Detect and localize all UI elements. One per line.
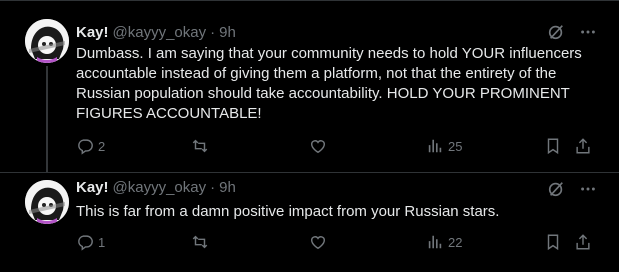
like-button[interactable] [309,136,331,156]
reply-button[interactable]: 1 [76,232,105,252]
repost-icon [191,233,209,251]
avatar-image [25,180,69,224]
feed: Kay! @kayyy_okay · 9h Dumbass. I am sayi… [0,0,619,272]
repost-icon [191,137,209,155]
more-icon[interactable] [579,23,597,41]
display-name[interactable]: Kay! [76,179,109,196]
share-button[interactable] [574,136,592,156]
like-icon [309,233,327,251]
grok-icon[interactable] [547,23,565,41]
tweet-top-actions [547,22,597,42]
share-icon [574,137,592,155]
user-handle[interactable]: @kayyy_okay [113,24,207,41]
view-count: 22 [448,234,463,250]
reply-icon [76,137,94,155]
bookmark-icon [544,137,562,155]
reply-count: 1 [98,234,106,250]
tweet-text: Dumbass. I am saying that your community… [76,45,582,122]
tweet[interactable]: Kay! @kayyy_okay · 9h Dumbass. I am sayi… [0,0,619,172]
bookmark-button[interactable] [544,232,562,252]
like-icon [309,137,327,155]
timestamp[interactable]: 9h [219,179,236,196]
more-icon[interactable] [579,180,597,198]
like-button[interactable] [309,232,331,252]
tweet-header: Kay! @kayyy_okay · 9h [76,177,236,197]
tweet-text: This is far from a damn positive impact … [76,203,500,220]
share-icon [574,233,592,251]
avatar[interactable] [25,180,69,224]
user-handle[interactable]: @kayyy_okay [113,179,207,196]
bookmark-button[interactable] [544,136,562,156]
reply-button[interactable]: 2 [76,136,105,156]
tweet-top-actions [547,179,597,199]
thread-line [46,66,48,172]
view-count: 25 [448,138,463,154]
share-button[interactable] [574,232,592,252]
reply-count: 2 [98,138,106,154]
separator-dot: · [210,178,216,196]
grok-icon[interactable] [547,180,565,198]
tweet[interactable]: Kay! @kayyy_okay · 9h This is far from a… [0,172,619,272]
tweet-actions: 2 25 [76,136,596,156]
avatar-image [25,19,69,63]
repost-button[interactable] [191,136,213,156]
tweet-header: Kay! @kayyy_okay · 9h [76,22,236,42]
views-icon [426,233,444,251]
separator-dot: · [210,23,216,41]
views-icon [426,137,444,155]
timestamp[interactable]: 9h [219,24,236,41]
tweet-actions: 1 22 [76,232,596,252]
display-name[interactable]: Kay! [76,24,109,41]
views-button[interactable]: 22 [426,232,462,252]
reply-icon [76,233,94,251]
avatar[interactable] [25,19,69,63]
views-button[interactable]: 25 [426,136,462,156]
bookmark-icon [544,233,562,251]
repost-button[interactable] [191,232,213,252]
